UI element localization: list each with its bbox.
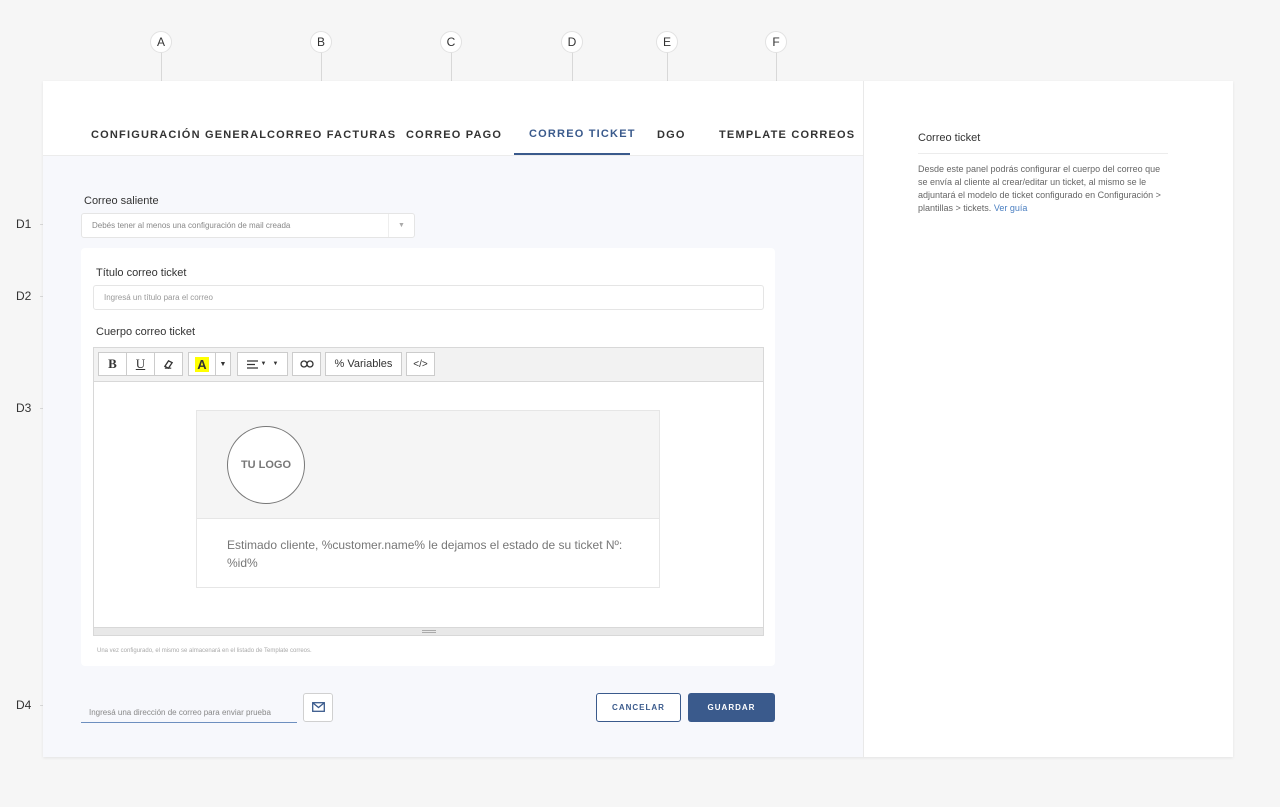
bold-button[interactable]: B: [98, 352, 127, 376]
tab-configuracion-general[interactable]: CONFIGURACIÓN GENERAL: [91, 129, 267, 141]
eraser-icon: [163, 359, 174, 369]
marker-c: C: [440, 31, 462, 53]
editor-content[interactable]: TU LOGO Estimado cliente, %customer.name…: [94, 382, 763, 627]
active-tab-indicator: [514, 153, 630, 155]
help-guide-link[interactable]: Ver guía: [994, 203, 1028, 213]
outgoing-mail-placeholder: Debés tener al menos una configuración d…: [92, 221, 291, 230]
test-email-placeholder: Ingresá una dirección de correo para env…: [89, 708, 271, 717]
save-button[interactable]: GUARDAR: [688, 693, 775, 722]
rich-text-editor[interactable]: B U A ▼ ▼ ▼ % Variables </> TU LOGO Esti…: [93, 347, 764, 636]
align-icon: [246, 359, 258, 369]
highlight-button[interactable]: A: [188, 352, 216, 376]
email-body-text: Estimado cliente, %customer.name% le dej…: [227, 538, 623, 570]
grip-icon: [421, 630, 436, 633]
chevron-down-icon: ▼: [388, 214, 414, 237]
marker-d2: D2: [16, 289, 32, 303]
tab-dgo[interactable]: DGO: [657, 129, 686, 141]
marker-b: B: [310, 31, 332, 53]
align-dropdown[interactable]: ▼ ▼: [237, 352, 288, 376]
logo-placeholder: TU LOGO: [227, 426, 305, 504]
ticket-title-label: Título correo ticket: [96, 267, 187, 279]
send-mail-icon: [311, 702, 325, 712]
variables-button[interactable]: % Variables: [325, 352, 402, 376]
ticket-body-label: Cuerpo correo ticket: [96, 326, 196, 338]
tab-bar: CONFIGURACIÓN GENERAL CORREO FACTURAS CO…: [43, 81, 863, 156]
marker-d3: D3: [16, 401, 32, 415]
ticket-title-placeholder: Ingresá un título para el correo: [104, 293, 213, 302]
marker-d4: D4: [16, 698, 32, 712]
outgoing-mail-label: Correo saliente: [84, 195, 159, 207]
marker-d1: D1: [16, 217, 32, 231]
help-title: Correo ticket: [918, 132, 981, 144]
email-header: TU LOGO: [197, 411, 659, 519]
underline-button[interactable]: U: [126, 352, 155, 376]
tab-template-correos[interactable]: TEMPLATE CORREOS: [719, 129, 855, 141]
highlight-dropdown[interactable]: ▼: [215, 352, 231, 376]
tab-content: Correo saliente Debés tener al menos una…: [43, 156, 863, 757]
caret-down-icon: ▼: [272, 361, 279, 367]
link-icon: [299, 360, 314, 368]
cancel-button[interactable]: CANCELAR: [596, 693, 681, 722]
editor-resize-handle[interactable]: [94, 627, 763, 635]
template-hint: Una vez configurado, el mismo se almacen…: [97, 648, 312, 654]
test-email-input[interactable]: Ingresá una dirección de correo para env…: [81, 702, 297, 723]
code-view-button[interactable]: </>: [406, 352, 435, 376]
outgoing-mail-select[interactable]: Debés tener al menos una configuración d…: [81, 213, 415, 238]
tab-correo-pago[interactable]: CORREO PAGO: [406, 129, 502, 141]
marker-e: E: [656, 31, 678, 53]
marker-d: D: [561, 31, 583, 53]
ticket-title-input[interactable]: Ingresá un título para el correo: [93, 285, 764, 310]
tab-correo-ticket[interactable]: CORREO TICKET: [529, 128, 636, 140]
marker-a: A: [150, 31, 172, 53]
help-sidebar: Correo ticket Desde este panel podrás co…: [863, 81, 1233, 757]
caret-down-icon: ▼: [219, 360, 227, 368]
clear-format-button[interactable]: [154, 352, 183, 376]
help-text: Desde este panel podrás configurar el cu…: [918, 163, 1170, 215]
editor-toolbar: B U A ▼ ▼ ▼ % Variables </>: [94, 348, 763, 382]
settings-card: CONFIGURACIÓN GENERAL CORREO FACTURAS CO…: [43, 81, 1233, 757]
help-body-text: Desde este panel podrás configurar el cu…: [918, 164, 1161, 213]
caret-down-icon: ▼: [260, 361, 267, 367]
settings-main: CONFIGURACIÓN GENERAL CORREO FACTURAS CO…: [43, 81, 863, 757]
ticket-mail-panel: Título correo ticket Ingresá un título p…: [81, 248, 775, 666]
send-test-button[interactable]: [303, 693, 333, 722]
link-button[interactable]: [292, 352, 321, 376]
highlight-color-icon: A: [195, 356, 209, 372]
marker-f: F: [765, 31, 787, 53]
help-divider: [918, 153, 1168, 154]
tab-correo-facturas[interactable]: CORREO FACTURAS: [267, 129, 396, 141]
email-preview: TU LOGO Estimado cliente, %customer.name…: [196, 410, 660, 588]
